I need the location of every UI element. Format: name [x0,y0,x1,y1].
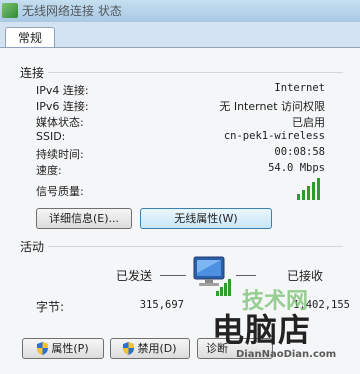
disable-button[interactable]: 禁用(D) [110,338,190,359]
sent-line [160,275,186,276]
ipv4-value: Internet [274,82,325,94]
media-state-label: 媒体状态: [36,116,84,129]
divider [48,72,343,73]
uac-shield-icon [123,341,135,355]
ipv6-value: 无 Internet 访问权限 [219,100,325,113]
title-bar: 无线网络连接 状态 [0,0,360,23]
bytes-sent-value: 315,697 [139,299,184,311]
properties-button-label: 属性(P) [51,342,89,355]
received-line [236,275,256,276]
diagnose-button[interactable]: 诊断 [197,338,273,359]
bytes-received-value: 1,402,155 [293,299,350,311]
window-title: 无线网络连接 状态 [22,4,122,18]
network-icon [2,3,18,18]
wireless-properties-button[interactable]: 无线属性(W) [140,208,272,229]
received-label: 已接收 [287,269,324,283]
disable-button-label: 禁用(D) [137,342,177,355]
ipv6-label: IPv6 连接: [36,100,89,113]
signal-quality-label: 信号质量: [36,185,84,198]
ssid-value: cn-pek1-wireless [223,130,325,142]
network-computer-icon [193,256,231,296]
duration-label: 持续时间: [36,148,84,161]
connection-section-title: 连接 [20,66,45,80]
speed-label: 速度: [36,164,62,177]
tab-strip: 常规 [0,22,360,49]
activity-section-title: 活动 [20,240,45,254]
tab-general[interactable]: 常规 [5,27,55,49]
sent-label: 已发送 [116,269,153,283]
media-state-value: 已启用 [292,116,325,129]
general-panel: 连接 IPv4 连接: Internet IPv6 连接: 无 Internet… [0,47,360,374]
speed-value: 54.0 Mbps [268,162,325,174]
divider [48,246,343,247]
uac-shield-icon [37,341,49,355]
ipv4-label: IPv4 连接: [36,84,89,97]
ssid-label: SSID: [36,130,66,143]
duration-value: 00:08:58 [274,146,325,158]
details-button[interactable]: 详细信息(E)... [36,208,132,229]
properties-button[interactable]: 属性(P) [22,338,104,359]
bytes-label: 字节: [36,300,65,314]
signal-strength-icon [297,178,323,200]
